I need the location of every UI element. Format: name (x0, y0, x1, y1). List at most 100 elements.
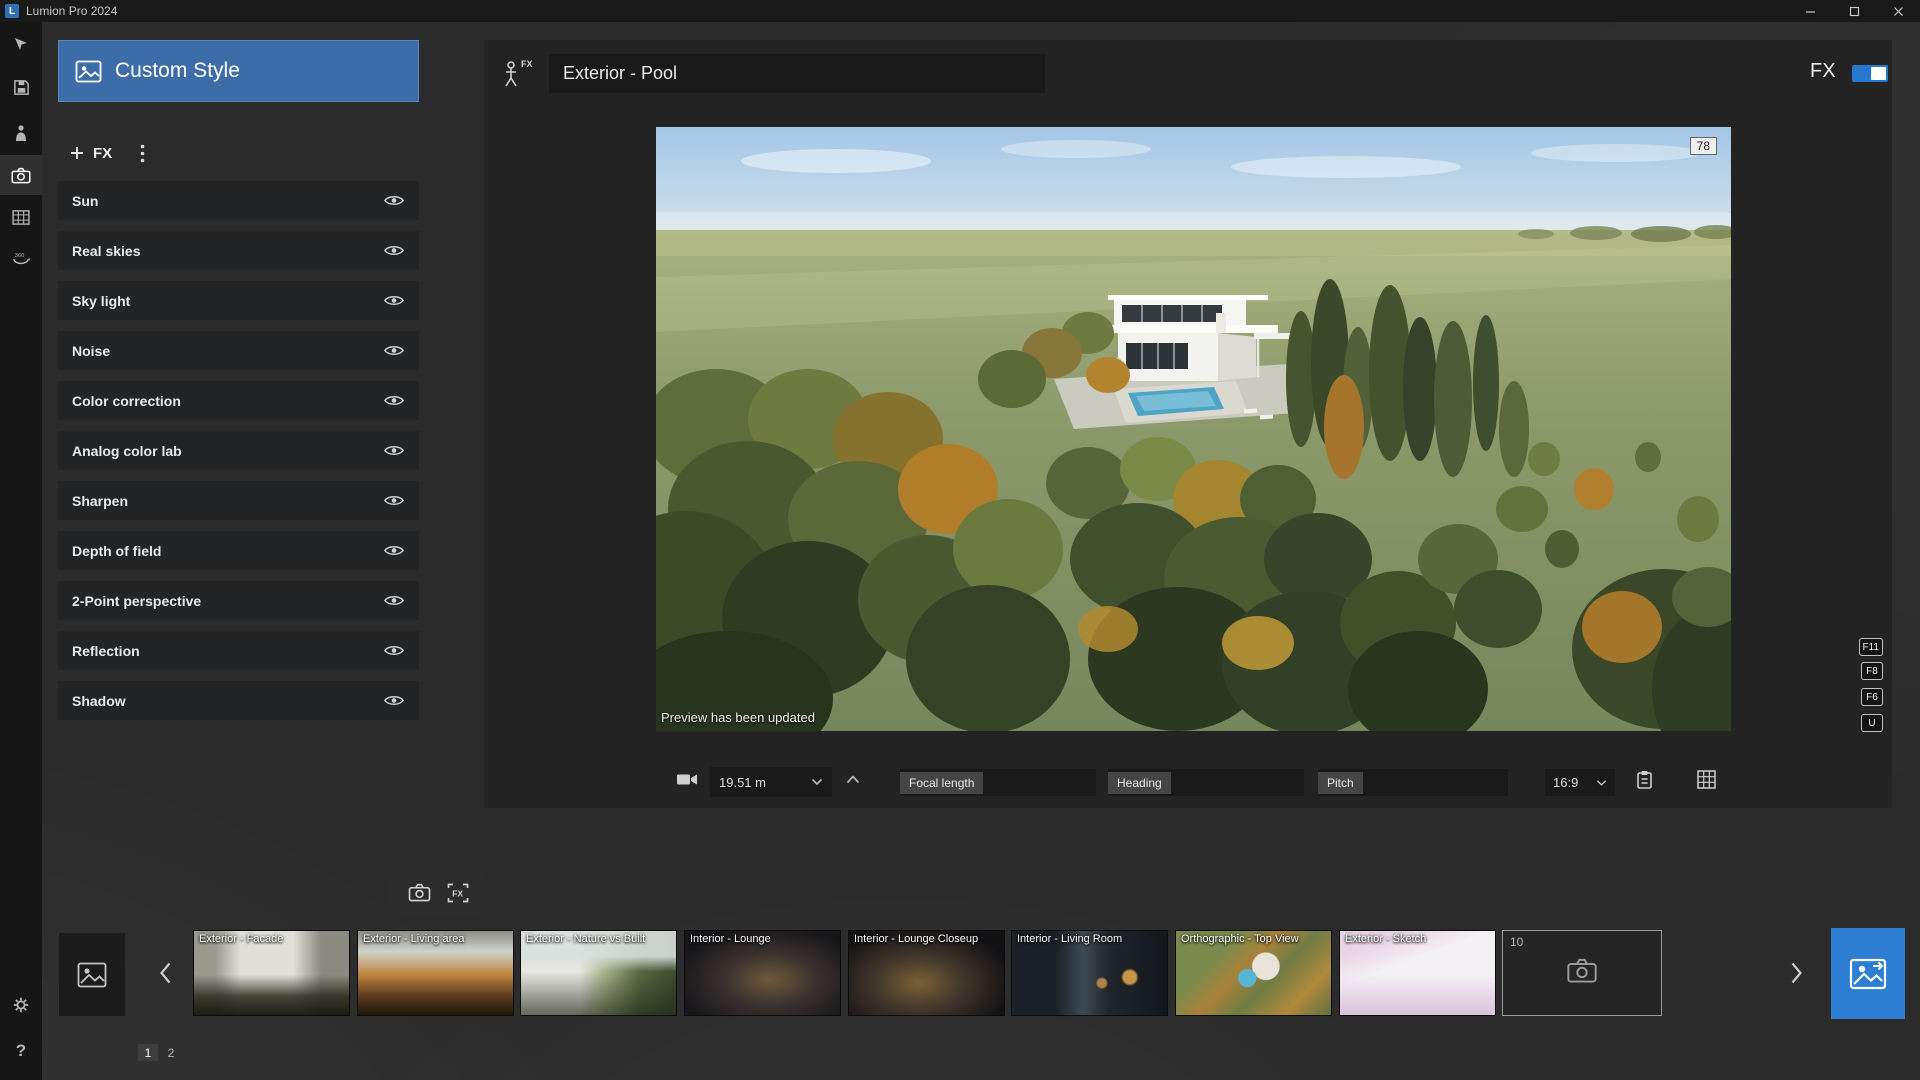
style-mode-icon[interactable] (0, 113, 42, 153)
maximize-button[interactable] (1832, 0, 1876, 22)
thumbnail-exterior-sketch[interactable]: Exterior - Sketch (1339, 930, 1496, 1016)
fx-add-row: FX (58, 138, 419, 168)
aspect-ratio-value: 16:9 (1553, 775, 1578, 790)
help-icon[interactable]: ? (0, 1034, 42, 1068)
thumbnail-interior-living-room[interactable]: Interior - Living Room (1011, 930, 1168, 1016)
eye-icon[interactable] (383, 543, 405, 558)
take-photo-button[interactable] (408, 883, 431, 907)
effect-row-real-skies[interactable]: Real skies (58, 231, 419, 270)
shortcut-key-f8: F8 (1861, 662, 1883, 680)
lumion-window: L Lumion Pro 2024 (0, 0, 1920, 1080)
strip-prev-button[interactable] (150, 958, 180, 988)
heading-label: Heading (1108, 772, 1171, 794)
svg-text:FX: FX (452, 888, 463, 898)
pitch-label: Pitch (1318, 772, 1363, 794)
photo-panel: FX FX (484, 40, 1892, 808)
fx-toggle-label: FX (1810, 60, 1836, 83)
photoset-button[interactable] (59, 933, 125, 1016)
camera-distance-value: 19.51 m (719, 775, 766, 790)
shortcut-key-f6: F6 (1861, 688, 1883, 706)
render-viewport[interactable]: 78 Preview has been updated (656, 127, 1731, 731)
eye-icon[interactable] (383, 293, 405, 308)
thumbnail-interior-lounge-closeup[interactable]: Interior - Lounge Closeup (848, 930, 1005, 1016)
grid-overlay-icon[interactable] (1697, 770, 1716, 794)
photo-fx-icon: FX (502, 58, 536, 90)
camera-icon (1566, 958, 1598, 989)
render-photo-icon (1849, 958, 1887, 990)
eye-icon[interactable] (383, 593, 405, 608)
eye-icon[interactable] (383, 493, 405, 508)
photoset-icon (77, 962, 107, 988)
camera-distance-field[interactable]: 19.51 m (710, 767, 832, 797)
camera-controls-bar: 19.51 m Focal length Heading Pitch 16:9 (484, 767, 1892, 799)
thumbnail-exterior-living-area[interactable]: Exterior - Living area (357, 930, 514, 1016)
quality-badge: 78 (1690, 137, 1717, 155)
eye-icon[interactable] (383, 693, 405, 708)
heading-field[interactable]: Heading (1108, 769, 1304, 796)
window-title: Lumion Pro 2024 (26, 4, 117, 18)
thumbnail-orthographic-top-view[interactable]: Orthographic - Top View (1175, 930, 1332, 1016)
chevron-down-icon[interactable] (811, 778, 823, 786)
shortcut-key-f11: F11 (1859, 638, 1884, 656)
capture-tab: FX (389, 872, 487, 918)
lumion-home-icon[interactable] (0, 24, 42, 64)
settings-icon[interactable] (0, 985, 42, 1025)
add-fx-label[interactable]: FX (93, 145, 112, 162)
titlebar: L Lumion Pro 2024 (0, 0, 1920, 22)
eye-icon[interactable] (383, 243, 405, 258)
render-preview-image (656, 127, 1731, 731)
eye-icon[interactable] (383, 343, 405, 358)
pitch-field[interactable]: Pitch (1318, 769, 1508, 796)
thumbnail-exterior-nature-vs-built[interactable]: Exterior - Nature vs Built (520, 930, 677, 1016)
minimize-button[interactable] (1788, 0, 1832, 22)
photo-name-input[interactable] (549, 54, 1045, 93)
close-button[interactable] (1876, 0, 1920, 22)
panorama-mode-icon[interactable]: 360 (0, 239, 42, 279)
effect-row-2-point-perspective[interactable]: 2-Point perspective (58, 581, 419, 620)
effect-row-sun[interactable]: Sun (58, 181, 419, 220)
eye-icon[interactable] (383, 393, 405, 408)
mode-rail: 360 ? (0, 22, 42, 1080)
strip-next-button[interactable] (1781, 958, 1811, 988)
photo-mode-icon[interactable] (0, 155, 42, 195)
camera-height-icon (676, 771, 698, 793)
effect-row-color-correction[interactable]: Color correction (58, 381, 419, 420)
page-indicator-2[interactable]: 2 (163, 1044, 179, 1061)
render-photo-button[interactable] (1831, 928, 1905, 1019)
fx-toggle-knob (1871, 67, 1886, 80)
copy-camera-icon[interactable] (1636, 770, 1653, 795)
page-indicator-1[interactable]: 1 (138, 1044, 158, 1061)
shortcut-key-u: U (1861, 714, 1883, 732)
svg-text:FX: FX (521, 59, 533, 69)
effect-row-noise[interactable]: Noise (58, 331, 419, 370)
plus-icon (70, 146, 84, 160)
collapse-panel-button[interactable] (846, 771, 860, 789)
eye-icon[interactable] (383, 193, 405, 208)
update-photo-fx-button[interactable]: FX (447, 883, 469, 908)
empty-photo-slot[interactable]: 10 (1502, 930, 1662, 1016)
effect-row-analog-color-lab[interactable]: Analog color lab (58, 431, 419, 470)
custom-style-icon (75, 60, 102, 83)
custom-style-header[interactable]: Custom Style (58, 40, 419, 102)
lumion-logo-icon: L (5, 4, 19, 18)
preview-status-text: Preview has been updated (661, 710, 815, 725)
save-project-icon[interactable] (0, 67, 42, 107)
aspect-ratio-dropdown[interactable]: 16:9 (1545, 769, 1615, 796)
thumbnail-interior-lounge[interactable]: Interior - Lounge (684, 930, 841, 1016)
effect-row-reflection[interactable]: Reflection (58, 631, 419, 670)
fx-menu-button[interactable] (140, 144, 145, 163)
thumbnail-exterior-facade[interactable]: Exterior - Facade (193, 930, 350, 1016)
add-fx-button[interactable] (70, 146, 84, 160)
effect-row-depth-of-field[interactable]: Depth of field (58, 531, 419, 570)
effect-row-sky-light[interactable]: Sky light (58, 281, 419, 320)
effect-row-sharpen[interactable]: Sharpen (58, 481, 419, 520)
eye-icon[interactable] (383, 443, 405, 458)
slot-number: 10 (1510, 935, 1523, 949)
focal-length-label: Focal length (900, 772, 983, 794)
eye-icon[interactable] (383, 643, 405, 658)
effect-row-shadow[interactable]: Shadow (58, 681, 419, 720)
movie-mode-icon[interactable] (0, 197, 42, 237)
focal-length-field[interactable]: Focal length (900, 769, 1096, 796)
svg-text:360: 360 (15, 253, 25, 259)
fx-toggle[interactable] (1852, 65, 1888, 82)
